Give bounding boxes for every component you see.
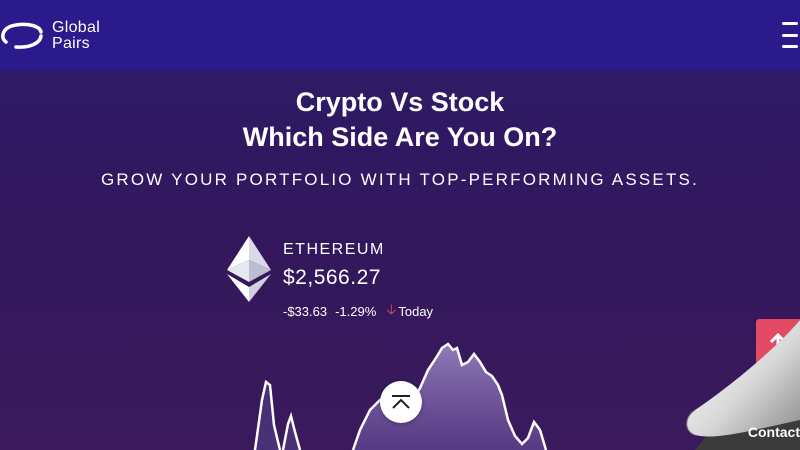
arrow-down-icon: 🡣 (386, 301, 397, 317)
coin-change-row: -$33.63 -1.29% 🡣 Today (283, 299, 433, 323)
hero-subheadline: GROW YOUR PORTFOLIO WITH TOP-PERFORMING … (100, 170, 700, 189)
brand-name: Global Pairs (52, 20, 100, 52)
change-period: Today (398, 303, 434, 319)
hero-headline: Crypto Vs Stock Which Side Are You On? (0, 85, 800, 155)
headline-line-2: Which Side Are You On? (242, 122, 558, 152)
brand-name-line2: Pairs (52, 35, 90, 52)
headline-line-1: Crypto Vs Stock (295, 87, 505, 117)
contact-link[interactable]: Contact (748, 424, 800, 440)
hamburger-menu-icon[interactable] (782, 22, 800, 48)
scroll-to-top-button[interactable] (380, 381, 422, 423)
hero-section: Crypto Vs Stock Which Side Are You On? G… (0, 70, 800, 450)
chevron-up-bar-icon (392, 395, 410, 409)
ethereum-icon (227, 236, 271, 302)
coin-name: ETHEREUM (283, 241, 385, 258)
change-absolute: -$33.63 (283, 303, 328, 319)
coin-price: $2,566.27 (283, 266, 381, 289)
change-percent: -1.29% (335, 303, 377, 319)
ring-logo-icon (1, 22, 43, 49)
brand-name-line1: Global (52, 19, 101, 36)
brand-logo[interactable]: Global Pairs (0, 18, 130, 54)
top-navigation-bar: Global Pairs (0, 0, 800, 70)
